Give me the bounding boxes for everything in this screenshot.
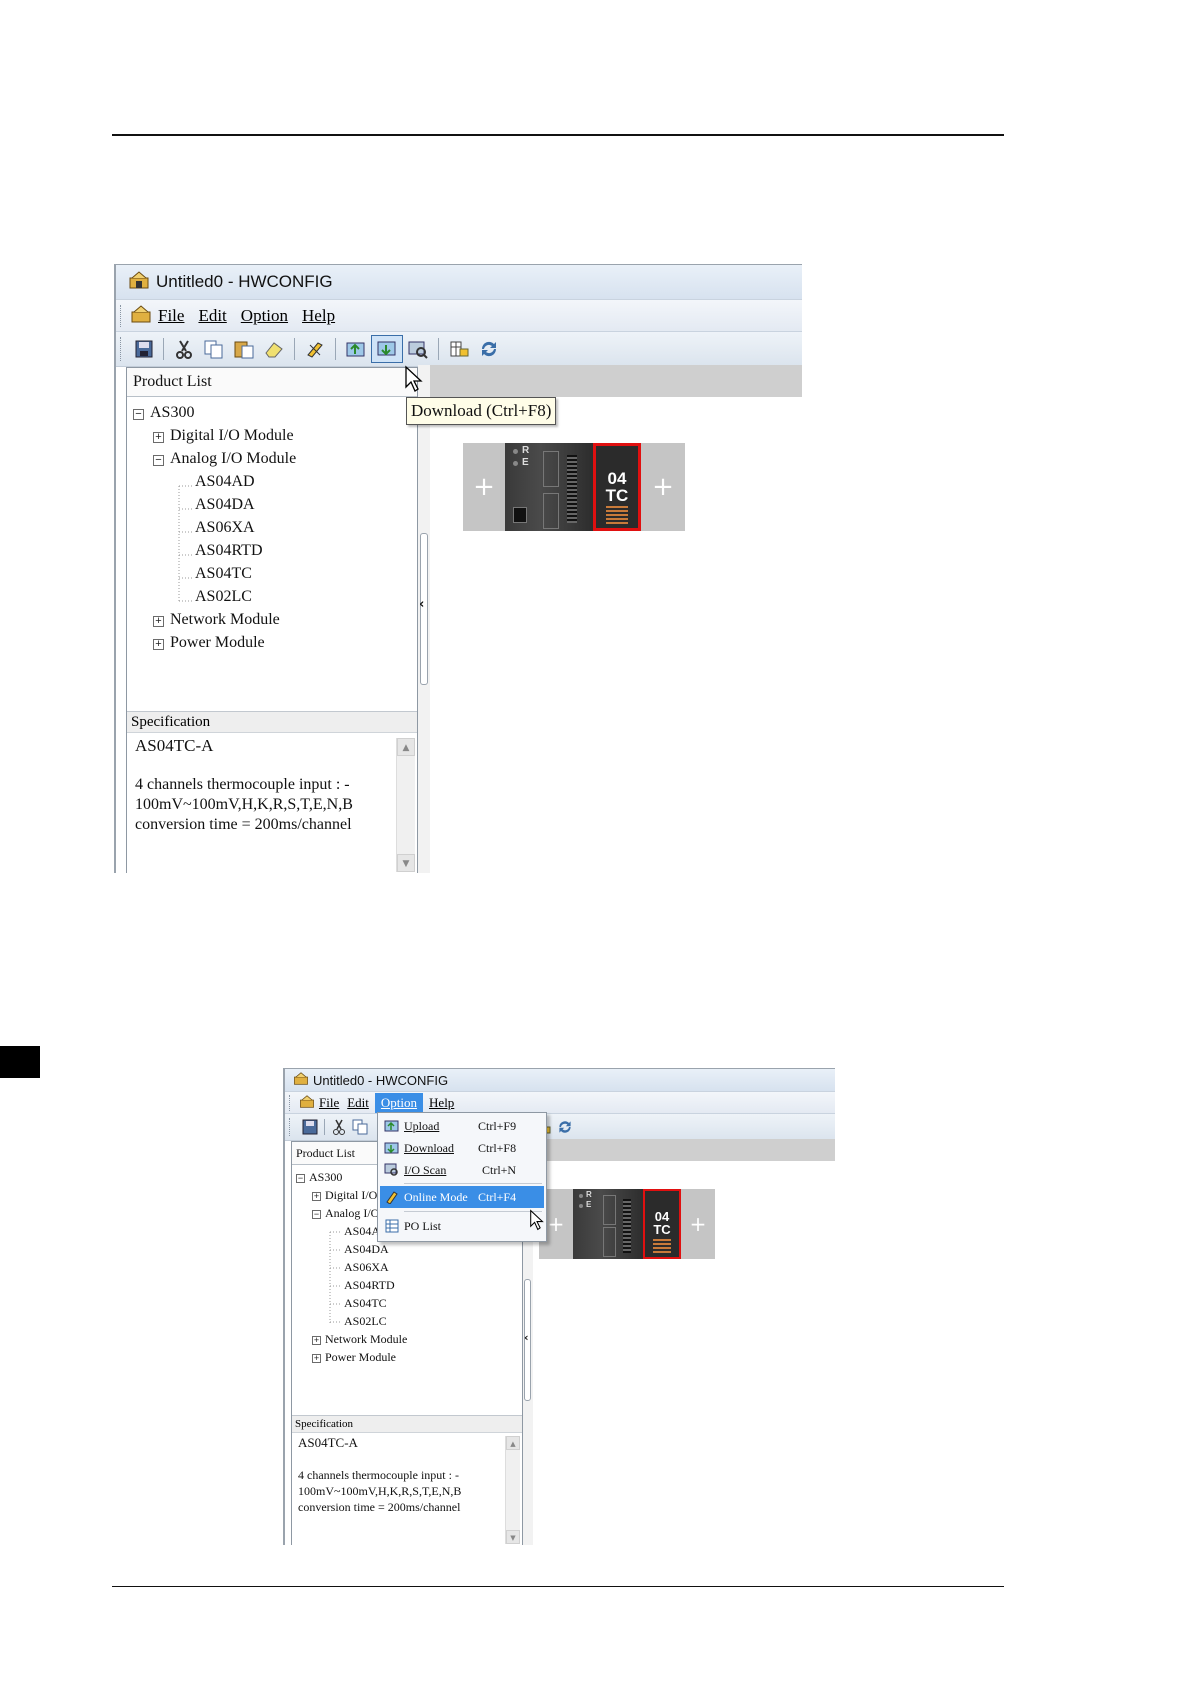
- po-list-icon: [380, 1219, 404, 1233]
- save-icon[interactable]: [299, 1119, 321, 1135]
- menu-option[interactable]: Option: [241, 306, 288, 326]
- window-title: Untitled0 - HWCONFIG: [313, 1072, 449, 1088]
- cut-icon[interactable]: [328, 1119, 350, 1135]
- title-bar: Untitled0 - HWCONFIG: [285, 1069, 835, 1091]
- tree-lines: [178, 485, 193, 603]
- specification-panel: Specification AS04TC-A 4 channels thermo…: [292, 1415, 522, 1545]
- option-menu-dropdown: Upload Ctrl+F9 Download Ctrl+F8 I/O Scan…: [377, 1112, 547, 1242]
- menu-app-icon: [299, 1094, 315, 1113]
- cut-icon[interactable]: [169, 339, 199, 359]
- menu-bar: File Edit Option Help: [116, 299, 802, 332]
- refresh-icon[interactable]: [474, 339, 504, 359]
- tc-module[interactable]: 04 TC: [593, 443, 641, 531]
- app-icon: [128, 270, 150, 295]
- copy-icon[interactable]: [199, 339, 229, 359]
- specification-panel: Specification AS04TC-A 4 channels thermo…: [127, 711, 417, 873]
- spec-line-2: 100mV~100mV,H,K,R,S,T,E,N,B: [298, 1484, 462, 1498]
- specification-header: Specification: [292, 1416, 522, 1433]
- add-right-slot[interactable]: +: [641, 443, 685, 531]
- spec-line-1: 4 channels thermocouple input : -: [135, 776, 350, 793]
- bottom-rule: [112, 1586, 1004, 1587]
- tc-module[interactable]: 04 TC: [643, 1189, 681, 1259]
- spec-line-1: 4 channels thermocouple input : -: [298, 1468, 459, 1482]
- menu-help[interactable]: Help: [429, 1095, 454, 1111]
- rack-canvas: + R E 04 TC +: [533, 1139, 835, 1545]
- spec-model: AS04TC-A: [298, 1435, 358, 1450]
- chapter-tab: [0, 1046, 40, 1078]
- menu-edit[interactable]: Edit: [347, 1095, 369, 1111]
- scroll-up-icon[interactable]: ▲: [506, 1436, 520, 1450]
- menu-edit[interactable]: Edit: [198, 306, 226, 326]
- product-list-panel: Product List − AS300 + Digital I/O Module …: [126, 367, 418, 873]
- collapse-chevron-icon[interactable]: ‹: [419, 597, 424, 612]
- menu-file[interactable]: File: [319, 1095, 339, 1111]
- add-right-slot[interactable]: +: [681, 1189, 715, 1259]
- menu-item-po-list[interactable]: PO List: [380, 1215, 544, 1237]
- add-left-slot[interactable]: +: [463, 443, 505, 531]
- app-icon: [293, 1071, 309, 1089]
- menu-bar: File Edit Option Help: [285, 1091, 835, 1114]
- menu-file[interactable]: File: [158, 306, 184, 326]
- tree-lines: [329, 1231, 342, 1324]
- hwconfig-window-2: Untitled0 - HWCONFIG File Edit Option He…: [283, 1068, 835, 1545]
- online-mode-icon: [380, 1190, 404, 1204]
- download-tooltip: Download (Ctrl+F8): [406, 397, 557, 425]
- download-icon: [380, 1141, 404, 1155]
- product-tree: − AS300 + Digital I/O Module − Analog I/O M…: [127, 398, 417, 668]
- spec-model: AS04TC-A: [135, 736, 214, 755]
- rack-canvas: + R E 04 TC +: [430, 365, 802, 873]
- io-scan-icon: [380, 1163, 404, 1177]
- copy-icon[interactable]: [350, 1119, 372, 1135]
- cpu-module[interactable]: R E: [505, 443, 593, 531]
- spec-scrollbar[interactable]: ▲ ▼: [505, 1436, 520, 1544]
- menu-item-download[interactable]: Download Ctrl+F8: [380, 1137, 544, 1159]
- io-scan-icon[interactable]: [403, 339, 433, 359]
- rack: + R E 04 TC +: [539, 1189, 715, 1259]
- paste-icon[interactable]: [229, 339, 259, 359]
- hwconfig-window-1: Untitled0 - HWCONFIG File Edit Option He…: [114, 264, 802, 873]
- rack: + R E 04 TC +: [463, 443, 685, 531]
- spec-line-3: conversion time = 200ms/channel: [298, 1500, 461, 1514]
- panel-splitter[interactable]: ‹: [418, 365, 430, 873]
- spec-scrollbar[interactable]: ▲ ▼: [396, 738, 415, 872]
- mouse-cursor-icon: [405, 365, 423, 392]
- upload-icon: [380, 1119, 404, 1133]
- product-list-header: Product List: [127, 368, 417, 397]
- online-mode-icon[interactable]: [300, 339, 330, 359]
- eraser-icon[interactable]: [259, 339, 289, 359]
- save-icon[interactable]: [130, 339, 158, 359]
- scroll-up-icon[interactable]: ▲: [397, 738, 415, 756]
- po-list-icon[interactable]: [444, 339, 474, 359]
- refresh-icon[interactable]: [554, 1119, 576, 1135]
- title-bar: Untitled0 - HWCONFIG: [116, 265, 802, 299]
- menu-item-io-scan[interactable]: I/O Scan Ctrl+N: [380, 1159, 544, 1181]
- scroll-down-icon[interactable]: ▼: [397, 854, 415, 872]
- menu-item-online-mode[interactable]: Online Mode Ctrl+F4: [380, 1186, 544, 1208]
- top-rule: [112, 134, 1004, 136]
- menu-help[interactable]: Help: [302, 306, 335, 326]
- scroll-down-icon[interactable]: ▼: [506, 1530, 520, 1544]
- menu-item-upload[interactable]: Upload Ctrl+F9: [380, 1115, 544, 1137]
- spec-line-2: 100mV~100mV,H,K,R,S,T,E,N,B: [135, 796, 353, 813]
- toolbar: [285, 1113, 835, 1141]
- mouse-cursor-icon: [530, 1209, 544, 1231]
- collapse-chevron-icon[interactable]: ‹: [524, 1331, 529, 1344]
- cpu-module[interactable]: R E: [573, 1189, 643, 1259]
- download-icon[interactable]: [371, 335, 403, 363]
- menu-app-icon: [130, 304, 152, 329]
- upload-icon[interactable]: [341, 339, 371, 359]
- window-title: Untitled0 - HWCONFIG: [156, 272, 333, 291]
- toolbar: [116, 331, 802, 367]
- specification-header: Specification: [127, 712, 417, 733]
- menu-option[interactable]: Option: [374, 1093, 424, 1113]
- spec-line-3: conversion time = 200ms/channel: [135, 816, 352, 833]
